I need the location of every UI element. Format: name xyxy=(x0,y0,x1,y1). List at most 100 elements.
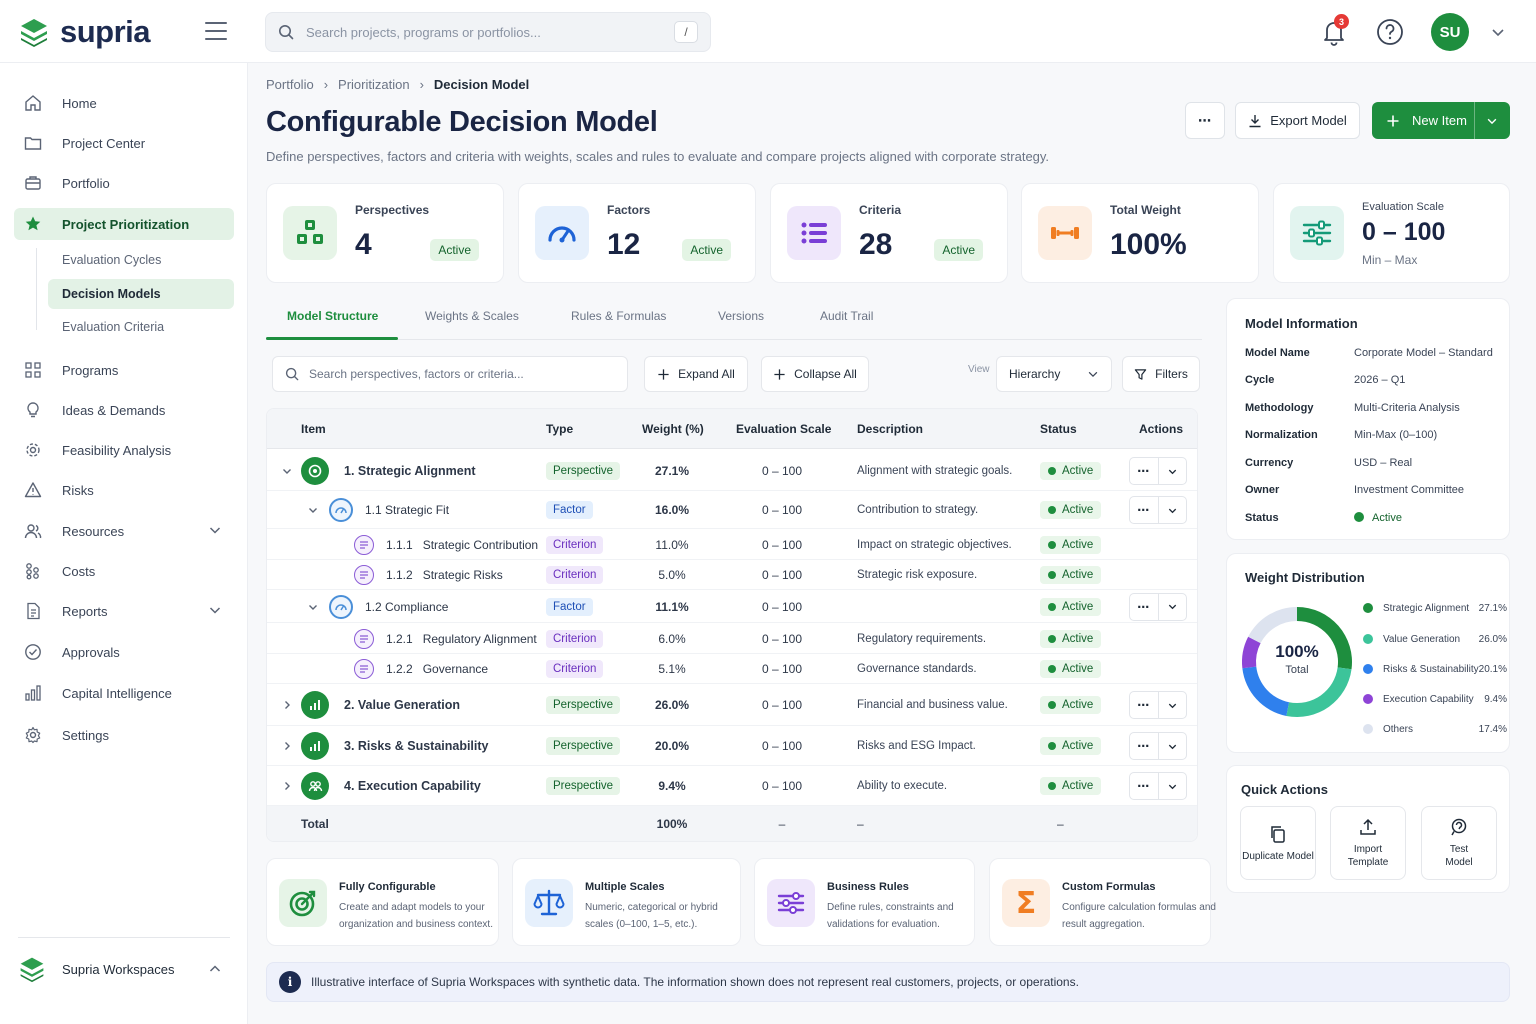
sidebar-item-portfolio[interactable]: Portfolio xyxy=(14,167,234,199)
tab-rules-formulas[interactable]: Rules & Formulas xyxy=(571,309,666,323)
info-value: USD – Real xyxy=(1354,457,1413,469)
notifications-button[interactable]: 3 xyxy=(1318,14,1350,48)
chevron-down-icon[interactable] xyxy=(307,504,319,516)
row-actions[interactable]: ⋯ xyxy=(1129,691,1187,719)
chevron-down-icon[interactable] xyxy=(1159,773,1187,799)
help-button[interactable] xyxy=(1374,16,1406,48)
more-icon[interactable]: ⋯ xyxy=(1130,692,1159,718)
sidebar-item-approvals[interactable]: Approvals xyxy=(14,636,234,668)
tab-audit-trail[interactable]: Audit Trail xyxy=(820,309,873,323)
more-icon[interactable]: ⋯ xyxy=(1130,497,1159,523)
type-badge: Perspective xyxy=(546,462,621,480)
chevron-down-icon[interactable] xyxy=(1490,24,1506,40)
user-avatar[interactable]: SU xyxy=(1431,13,1469,51)
structure-search[interactable] xyxy=(272,356,628,392)
chevron-down-icon[interactable] xyxy=(1486,115,1498,127)
search-icon xyxy=(279,25,294,40)
table-row[interactable]: 1.2.2 Governance Criterion 5.1% 0 – 100 Gove… xyxy=(267,654,1197,684)
export-label: Export Model xyxy=(1270,113,1347,128)
sidebar-subitem-evaluation-cycles[interactable]: Evaluation Cycles xyxy=(48,245,234,275)
more-icon[interactable]: ⋯ xyxy=(1130,773,1159,799)
breadcrumb-prioritization[interactable]: Prioritization xyxy=(338,77,410,92)
logo[interactable]: supria xyxy=(18,14,151,50)
table-row[interactable]: 4. Execution Capability Prespective 9.4% 0 … xyxy=(267,766,1197,806)
duplicate-model-button[interactable]: Duplicate Model xyxy=(1240,806,1316,880)
sidebar-item-risks[interactable]: Risks xyxy=(14,474,234,506)
more-options-button[interactable]: ⋯ xyxy=(1185,102,1225,139)
chevron-down-icon[interactable] xyxy=(1159,692,1187,718)
table-row[interactable]: 1.1.1 Strategic Contribution Criterion 11.… xyxy=(267,529,1197,560)
chevron-right-icon[interactable] xyxy=(281,699,293,711)
row-actions[interactable]: ⋯ xyxy=(1129,592,1187,621)
expand-all-button[interactable]: Expand All xyxy=(644,356,748,392)
list-icon xyxy=(787,206,841,260)
sidebar-item-label: Home xyxy=(62,95,97,111)
workspace-switcher[interactable]: Supria Workspaces xyxy=(18,951,230,987)
filters-button[interactable]: Filters xyxy=(1122,356,1200,392)
export-model-button[interactable]: Export Model xyxy=(1235,102,1360,139)
chevron-down-icon[interactable] xyxy=(1159,594,1187,620)
breadcrumb-portfolio[interactable]: Portfolio xyxy=(266,77,314,92)
menu-toggle-icon[interactable] xyxy=(205,22,227,40)
test-model-button[interactable]: Test Model xyxy=(1421,806,1497,880)
subitem-label: Evaluation Criteria xyxy=(62,320,165,334)
row-actions[interactable]: ⋯ xyxy=(1129,732,1187,760)
sidebar-item-resources[interactable]: Resources xyxy=(14,515,234,547)
donut-slice-others[interactable] xyxy=(1248,607,1297,644)
model-information-panel: Model Information Model Name Corporate Mo… xyxy=(1226,298,1510,540)
chevron-down-icon[interactable] xyxy=(1159,458,1187,484)
type-badge: Factor xyxy=(546,501,593,519)
chevron-down-icon[interactable] xyxy=(281,465,293,477)
total-row: Total 100% – – – xyxy=(267,806,1197,841)
global-search[interactable]: / xyxy=(265,12,711,52)
chevron-down-icon[interactable] xyxy=(208,523,222,537)
sidebar-item-settings[interactable]: Settings xyxy=(14,719,234,751)
collapse-all-button[interactable]: Collapse All xyxy=(761,356,869,392)
sidebar-item-project-prioritization[interactable]: Project Prioritization xyxy=(14,208,234,240)
more-icon[interactable]: ⋯ xyxy=(1130,458,1159,484)
structure-search-input[interactable] xyxy=(309,367,615,381)
sidebar-item-feasibility-analysis[interactable]: Feasibility Analysis xyxy=(14,434,234,466)
chevron-right-icon[interactable] xyxy=(281,780,293,792)
tab-versions[interactable]: Versions xyxy=(718,309,764,323)
sidebar-item-reports[interactable]: Reports xyxy=(14,595,234,627)
chevron-down-icon[interactable] xyxy=(1159,497,1187,523)
search-input[interactable] xyxy=(306,24,674,40)
row-actions[interactable]: ⋯ xyxy=(1129,772,1187,800)
import-template-button[interactable]: Import Template xyxy=(1330,806,1406,880)
table-row[interactable]: 1.2 Compliance Factor 11.1% 0 – 100 Active ⋯ xyxy=(267,590,1197,623)
feature-title: Business Rules xyxy=(827,881,909,893)
chevron-down-icon[interactable] xyxy=(1159,733,1187,759)
feature-description: Define rules, constraints and validation… xyxy=(827,902,954,930)
sidebar-item-home[interactable]: Home xyxy=(14,87,234,119)
coins-icon xyxy=(26,563,39,580)
sidebar-subitem-evaluation-criteria[interactable]: Evaluation Criteria xyxy=(48,312,234,342)
table-row[interactable]: 1.1 Strategic Fit Factor 16.0% 0 – 100 Contr… xyxy=(267,491,1197,529)
table-row[interactable]: 2. Value Generation Perspective 26.0% 0 – 1… xyxy=(267,684,1197,726)
table-row[interactable]: 1.2.1 Regulatory Alignment Criterion 6.0% 0… xyxy=(267,623,1197,654)
sidebar-item-project-center[interactable]: Project Center xyxy=(14,127,234,159)
weight-value: 5.1% xyxy=(658,662,686,676)
more-icon[interactable]: ⋯ xyxy=(1130,593,1159,620)
row-actions[interactable]: ⋯ xyxy=(1129,457,1187,485)
chevron-right-icon[interactable] xyxy=(281,740,293,752)
copy-icon xyxy=(1271,825,1285,843)
legend-swatch xyxy=(1363,724,1373,734)
sidebar-subitem-decision-models[interactable]: Decision Models xyxy=(48,279,234,309)
chevron-down-icon[interactable] xyxy=(307,601,319,613)
table-row[interactable]: 3. Risks & Sustainability Perspective 20.0… xyxy=(267,726,1197,766)
row-actions[interactable]: ⋯ xyxy=(1129,496,1187,524)
sidebar-item-ideas-demands[interactable]: Ideas & Demands xyxy=(14,394,234,426)
sidebar-item-costs[interactable]: Costs xyxy=(14,555,234,587)
item-name: 4. Execution Capability xyxy=(344,779,481,793)
table-row[interactable]: 1.1.2 Strategic Risks Criterion 5.0% 0 – 10… xyxy=(267,560,1197,590)
tab-weights-scales[interactable]: Weights & Scales xyxy=(425,309,519,323)
sidebar-item-capital-intelligence[interactable]: Capital Intelligence xyxy=(14,677,234,709)
chevron-down-icon[interactable] xyxy=(208,603,222,617)
more-icon[interactable]: ⋯ xyxy=(1130,733,1159,759)
sidebar-item-programs[interactable]: Programs xyxy=(14,354,234,386)
table-row[interactable]: 1. Strategic Alignment Perspective 27.1% 0 … xyxy=(267,451,1197,491)
view-select[interactable]: Hierarchy xyxy=(996,356,1112,392)
new-item-button[interactable]: New Item xyxy=(1372,102,1510,139)
tab-model-structure[interactable]: Model Structure xyxy=(287,309,378,323)
